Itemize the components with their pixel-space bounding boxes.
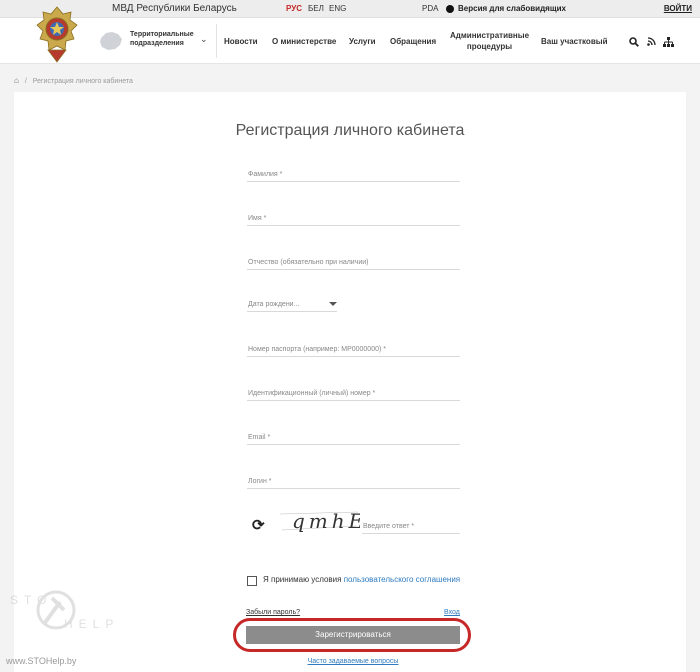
breadcrumb: ⌂ / Регистрация личного кабинета xyxy=(14,76,133,85)
patronymic-placeholder: Отчество (обязательно при наличии) xyxy=(248,259,369,266)
home-icon[interactable]: ⌂ xyxy=(14,76,19,85)
regions-label-line1: Территориальные xyxy=(130,31,194,38)
nav-admin-line1: Административные xyxy=(450,31,530,40)
agree-label: Я принимаю условия пользовательского сог… xyxy=(263,574,463,585)
captcha-placeholder: Введите ответ * xyxy=(363,523,415,530)
birth-date-placeholder: Дата рождени... xyxy=(248,301,300,308)
login-link[interactable]: ВОЙТИ xyxy=(664,4,692,13)
captcha-answer-field[interactable]: Введите ответ * xyxy=(362,514,460,534)
forgot-password-link[interactable]: Забыли пароль? xyxy=(246,609,300,616)
agree-checkbox[interactable] xyxy=(247,576,257,586)
name-placeholder: Имя * xyxy=(248,215,267,222)
nav-divider xyxy=(216,24,217,58)
nav-admin-line2: процедуры xyxy=(466,42,513,51)
nav-officer[interactable]: Ваш участковый xyxy=(541,37,607,46)
id-number-placeholder: Идентификационный (личный) номер * xyxy=(248,390,376,397)
sitemap-icon[interactable] xyxy=(663,37,674,47)
birth-date-select[interactable]: Дата рождени... xyxy=(247,292,337,312)
login-placeholder: Логин * xyxy=(248,478,272,485)
pda-link[interactable]: PDA xyxy=(422,4,438,13)
passport-field[interactable]: Номер паспорта (например: MP0000000) * xyxy=(247,337,460,357)
captcha-image: qmhE xyxy=(279,509,360,533)
search-icon[interactable] xyxy=(629,37,639,47)
vision-icon[interactable] xyxy=(446,5,454,13)
surname-field[interactable]: Фамилия * xyxy=(247,162,460,182)
rss-icon[interactable] xyxy=(647,37,656,46)
regions-dropdown[interactable]: Территориальные подразделения xyxy=(130,30,194,48)
nav-admin-procedures[interactable]: Административные процедуры xyxy=(450,30,529,52)
nav-news[interactable]: Новости xyxy=(224,37,258,46)
caret-down-icon xyxy=(329,302,337,306)
page-title: Регистрация личного кабинета xyxy=(235,122,465,139)
name-field[interactable]: Имя * xyxy=(247,206,460,226)
mvd-emblem-logo[interactable] xyxy=(36,6,78,64)
vision-version-link[interactable]: Версия для слабовидящих xyxy=(458,4,566,13)
passport-placeholder: Номер паспорта (например: MP0000000) * xyxy=(248,346,386,353)
email-placeholder: Email * xyxy=(248,434,271,441)
id-number-field[interactable]: Идентификационный (личный) номер * xyxy=(247,381,460,401)
sign-in-link[interactable]: Вход xyxy=(444,609,460,616)
top-bar: МВД Республики Беларусь РУС БЕЛ ENG PDA … xyxy=(0,0,700,18)
breadcrumb-separator: / xyxy=(24,78,27,85)
patronymic-field[interactable]: Отчество (обязательно при наличии) xyxy=(247,250,460,270)
nav-appeals[interactable]: Обращения xyxy=(390,37,436,46)
login-field[interactable]: Логин * xyxy=(247,469,460,489)
refresh-captcha-icon[interactable]: ⟳ xyxy=(252,516,265,534)
watermark-url: www.STOHelp.by xyxy=(6,656,77,666)
faq-link[interactable]: Часто задаваемые вопросы xyxy=(14,658,692,665)
nav-about[interactable]: О министерстве xyxy=(272,37,336,46)
regions-label-line2: подразделения xyxy=(130,40,184,47)
agree-text: Я принимаю условия xyxy=(263,575,344,584)
register-button[interactable]: Зарегистрироваться xyxy=(246,626,460,644)
main-header: Территориальные подразделения ⌄ Новости … xyxy=(0,6,700,64)
stohelp-watermark-logo: STO HELP xyxy=(10,590,113,631)
email-field[interactable]: Email * xyxy=(247,425,460,445)
user-agreement-link[interactable]: пользовательского соглашения xyxy=(344,575,460,584)
captcha-text: qmhE xyxy=(292,509,360,533)
breadcrumb-current: Регистрация личного кабинета xyxy=(32,78,133,85)
surname-placeholder: Фамилия * xyxy=(248,171,283,178)
belarus-map-icon[interactable] xyxy=(98,30,124,52)
lang-ru[interactable]: РУС xyxy=(286,4,302,13)
nav-services[interactable]: Услуги xyxy=(349,37,376,46)
lang-be[interactable]: БЕЛ xyxy=(308,4,324,13)
chevron-down-icon[interactable]: ⌄ xyxy=(200,34,208,45)
site-title[interactable]: МВД Республики Беларусь xyxy=(112,3,237,14)
lang-en[interactable]: ENG xyxy=(329,4,346,13)
